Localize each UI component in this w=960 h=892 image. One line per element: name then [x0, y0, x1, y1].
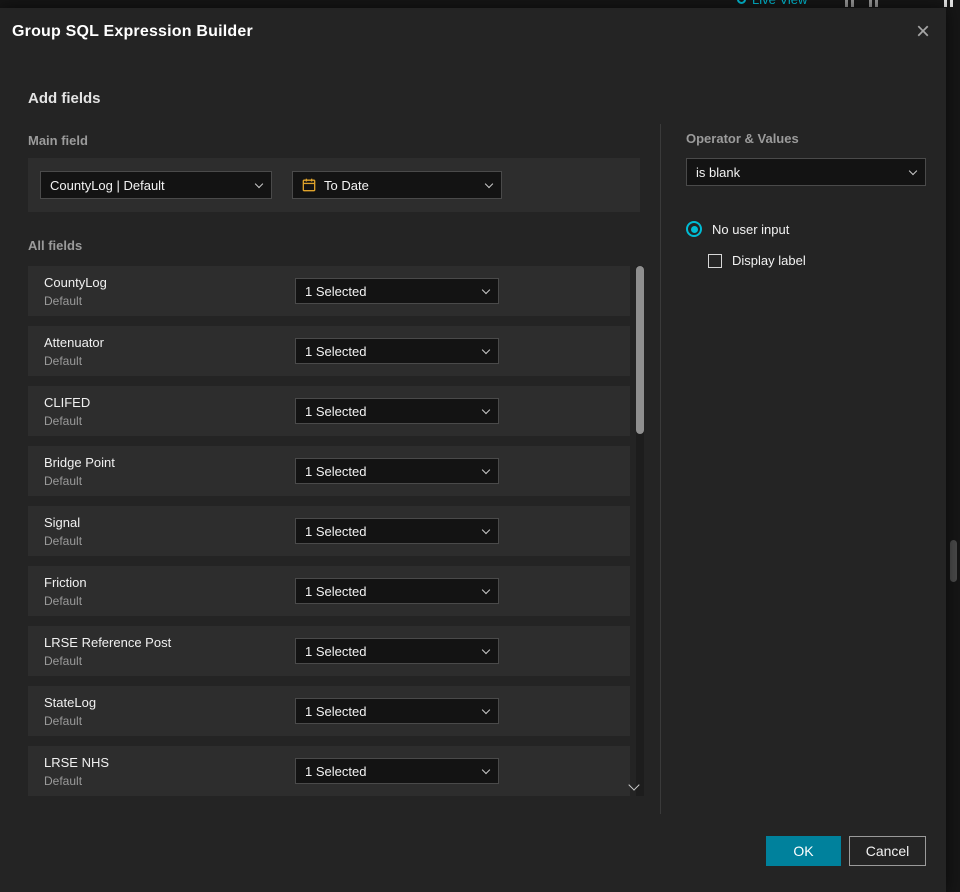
radio-button-icon — [686, 221, 702, 237]
app-backdrop-top: Live View — [0, 0, 960, 8]
chevron-down-icon — [481, 405, 491, 414]
no-user-input-radio[interactable]: No user input — [686, 221, 789, 237]
no-user-input-label: No user input — [712, 221, 790, 237]
field-row: CountyLog Default 1 Selected — [28, 266, 630, 316]
field-selected-dropdown[interactable]: 1 Selected — [295, 398, 499, 424]
checkbox-icon — [708, 253, 722, 268]
field-selected-dropdown-label: 1 Selected — [305, 763, 367, 779]
field-selected-dropdown[interactable]: 1 Selected — [295, 758, 499, 784]
field-selected-dropdown-label: 1 Selected — [305, 643, 367, 659]
display-label-checkbox[interactable]: Display label — [708, 253, 806, 268]
field-row: Attenuator Default 1 Selected — [28, 326, 630, 376]
field-selected-dropdown-label: 1 Selected — [305, 583, 367, 599]
page-scrollbar-thumb[interactable] — [950, 540, 957, 582]
operator-dropdown[interactable]: is blank — [686, 158, 926, 186]
chevron-down-icon — [254, 179, 264, 188]
main-field-dropdown-value: CountyLog | Default — [50, 177, 165, 193]
field-selected-dropdown[interactable]: 1 Selected — [295, 458, 499, 484]
all-fields-list: CountyLog Default 1 Selected Attenuator … — [28, 266, 630, 806]
main-field-type-value: To Date — [324, 177, 369, 193]
field-row: StateLog Default 1 Selected — [28, 686, 630, 736]
toolbar-icon[interactable] — [869, 0, 878, 7]
dialog-title: Group SQL Expression Builder — [12, 23, 253, 40]
add-fields-heading: Add fields — [28, 90, 101, 107]
field-selected-dropdown-label: 1 Selected — [305, 703, 367, 719]
main-field-box: CountyLog | Default To Date — [28, 158, 640, 212]
field-selected-dropdown[interactable]: 1 Selected — [295, 638, 499, 664]
toolbar-icon[interactable] — [944, 0, 953, 7]
field-selected-dropdown[interactable]: 1 Selected — [295, 578, 499, 604]
live-view-label: Live View — [752, 0, 807, 7]
dialog-header: Group SQL Expression Builder × — [0, 8, 946, 56]
display-label-label: Display label — [732, 253, 806, 268]
field-selected-dropdown-label: 1 Selected — [305, 523, 367, 539]
field-selected-dropdown[interactable]: 1 Selected — [295, 698, 499, 724]
chevron-down-icon — [481, 345, 491, 354]
field-row: LRSE NHS Default 1 Selected — [28, 746, 630, 796]
live-view-indicator[interactable]: Live View — [737, 0, 807, 7]
toolbar-icon[interactable] — [845, 0, 854, 7]
chevron-down-icon — [908, 166, 918, 175]
list-scrollbar[interactable] — [636, 266, 644, 796]
ok-button[interactable]: OK — [766, 836, 841, 866]
chevron-down-icon — [481, 645, 491, 654]
main-field-dropdown[interactable]: CountyLog | Default — [40, 171, 272, 199]
field-row: CLIFED Default 1 Selected — [28, 386, 630, 436]
close-icon[interactable]: × — [916, 20, 930, 44]
field-row: Signal Default 1 Selected — [28, 506, 630, 556]
field-selected-dropdown-label: 1 Selected — [305, 403, 367, 419]
field-selected-dropdown-label: 1 Selected — [305, 343, 367, 359]
live-view-icon — [737, 0, 746, 4]
all-fields-label: All fields — [28, 238, 83, 253]
chevron-down-icon — [481, 525, 491, 534]
chevron-down-icon — [481, 765, 491, 774]
chevron-down-icon — [481, 465, 491, 474]
field-selected-dropdown[interactable]: 1 Selected — [295, 338, 499, 364]
scrollbar-thumb[interactable] — [636, 266, 644, 434]
field-selected-dropdown[interactable]: 1 Selected — [295, 518, 499, 544]
field-row: LRSE Reference Post Default 1 Selected — [28, 626, 630, 676]
chevron-down-icon — [484, 179, 494, 188]
vertical-divider — [660, 124, 661, 814]
field-selected-dropdown[interactable]: 1 Selected — [295, 278, 499, 304]
field-row: Friction Default 1 Selected — [28, 566, 630, 616]
chevron-down-icon — [481, 705, 491, 714]
field-row: Bridge Point Default 1 Selected — [28, 446, 630, 496]
operator-values-label: Operator & Values — [686, 131, 799, 146]
cancel-button[interactable]: Cancel — [849, 836, 926, 866]
chevron-down-icon — [481, 285, 491, 294]
calendar-icon — [302, 178, 316, 192]
main-field-type-dropdown[interactable]: To Date — [292, 171, 502, 199]
field-selected-dropdown-label: 1 Selected — [305, 283, 367, 299]
group-sql-expression-builder-dialog: Group SQL Expression Builder × Add field… — [0, 8, 946, 892]
operator-dropdown-value: is blank — [696, 164, 741, 180]
field-selected-dropdown-label: 1 Selected — [305, 463, 367, 479]
chevron-down-icon — [481, 585, 491, 594]
main-field-label: Main field — [28, 133, 88, 148]
